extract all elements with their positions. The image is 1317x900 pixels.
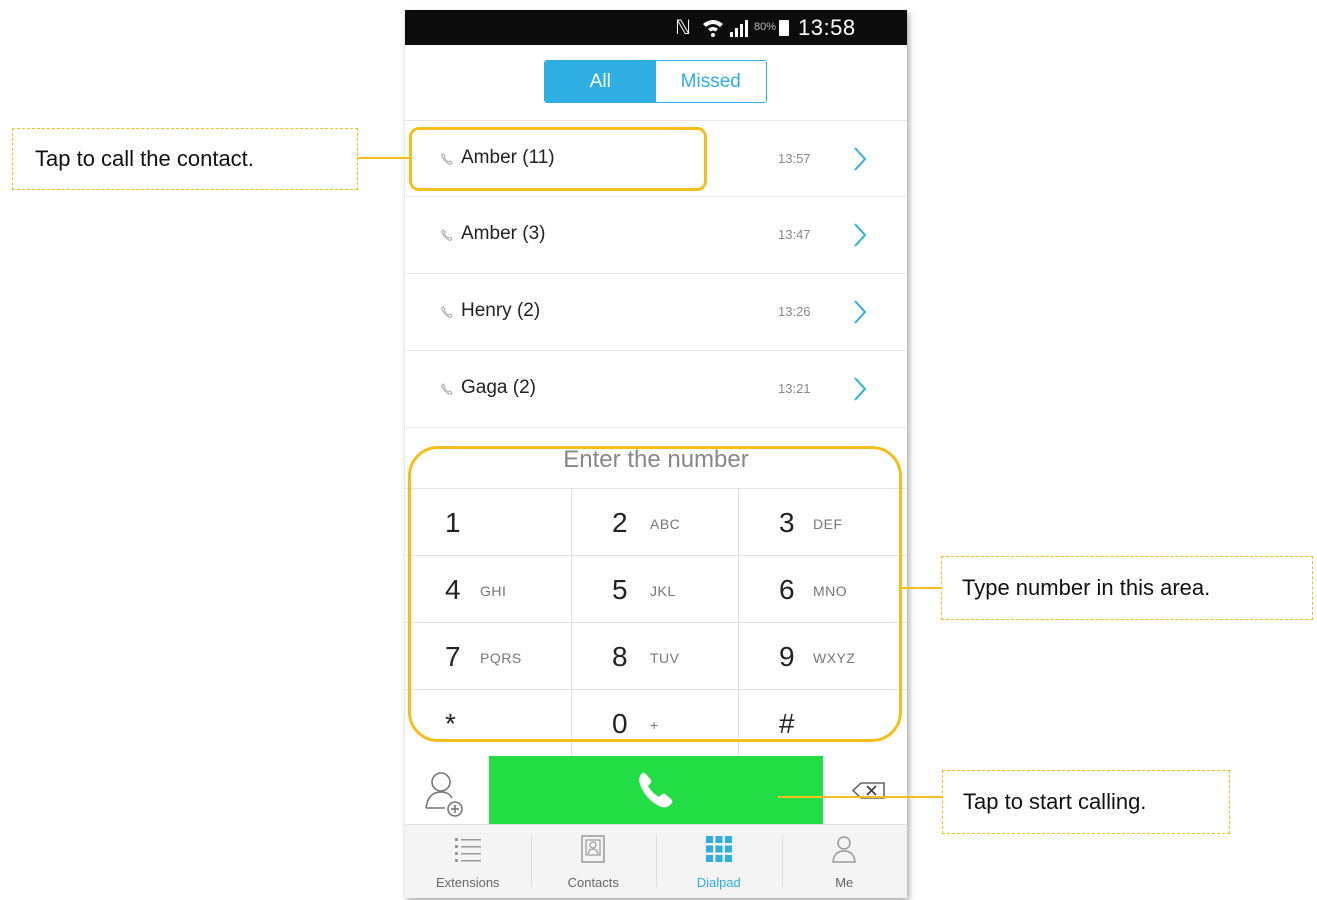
tab-missed[interactable]: Missed [655,61,766,102]
nav-label: Me [835,875,854,890]
dial-key-3[interactable]: 3 DEF [739,488,907,555]
key-digit: 5 [612,574,628,605]
key-digit: 6 [779,574,795,605]
call-time: 13:21 [778,381,811,396]
key-letters: PQRS [480,650,522,666]
person-icon [832,836,857,863]
key-letters: GHI [480,583,507,599]
dial-key-0[interactable]: 0 + [572,689,739,756]
wifi-icon [703,20,723,37]
key-digit: 4 [445,574,461,605]
battery-percent: 80% [754,21,777,33]
call-log-row[interactable]: Amber (3) 13:47 [405,197,907,274]
key-digit: 8 [612,641,628,672]
outgoing-call-icon [440,306,453,319]
chevron-right-icon[interactable] [853,376,867,402]
callout-start-calling: Tap to start calling. [942,770,1230,834]
phone-screen: ℕ 80% 13:58 All Missed Amber (11) 13:57 [405,10,907,898]
dial-key-6[interactable]: 6 MNO [739,555,907,622]
chevron-right-icon[interactable] [853,299,867,325]
chevron-right-icon[interactable] [853,146,867,172]
key-letters: WXYZ [813,650,856,666]
key-digit: 1 [445,507,461,538]
dial-key-8[interactable]: 8 TUV [572,622,739,689]
call-contact-name: Henry (2) [461,300,541,321]
nfc-icon: ℕ [675,15,692,39]
call-contact-name: Amber (3) [461,223,546,244]
dial-key-5[interactable]: 5 JKL [572,555,739,622]
call-time: 13:47 [778,227,811,242]
outgoing-call-icon [440,229,453,242]
call-time: 13:57 [778,151,811,166]
contact-book-icon [581,835,605,863]
nav-me[interactable]: Me [781,825,908,898]
dial-key-9[interactable]: 9 WXYZ [739,622,907,689]
nav-label: Extensions [435,875,500,890]
key-letters: + [650,717,659,733]
nav-contacts[interactable]: Contacts [530,825,657,898]
dial-key-star[interactable]: * [405,689,572,756]
callout-tap-contact: Tap to call the contact. [12,128,358,190]
call-contact-name: Gaga (2) [461,377,536,398]
key-letters: MNO [813,583,848,599]
call-log-row[interactable]: Henry (2) 13:26 [405,274,907,351]
key-letters: DEF [813,516,843,532]
key-digit: 9 [779,641,795,672]
list-icon [454,838,481,862]
key-letters: TUV [650,650,680,666]
recent-calls-list: Amber (11) 13:57 Amber (3) 13:47 Henry (… [405,120,907,428]
callout-connector [778,796,942,798]
key-digit: 0 [612,708,628,739]
signal-icon [730,20,748,37]
call-button[interactable] [489,756,823,824]
nav-label: Contacts [567,875,619,890]
status-bar: ℕ 80% 13:58 [405,10,907,45]
key-letters: JKL [650,583,676,599]
callout-connector [901,587,941,589]
add-contact-button[interactable] [405,756,489,824]
add-person-icon [425,772,463,817]
key-digit: * [445,708,456,739]
key-digit: 7 [445,641,461,672]
call-log-row[interactable]: Amber (11) 13:57 [405,120,907,197]
nav-label: Dialpad [696,875,741,890]
callout-type-number: Type number in this area. [941,556,1313,620]
call-time: 13:26 [778,304,811,319]
dial-action-row [405,756,907,824]
outgoing-call-icon [440,153,453,166]
nav-extensions[interactable]: Extensions [405,825,531,898]
outgoing-call-icon [440,383,453,396]
backspace-button[interactable] [823,756,907,824]
callout-connector [358,157,410,159]
battery-icon [779,20,789,36]
dialpad-keypad: 1 2 ABC 3 DEF 4 GHI 5 JKL 6 MNO 7 PQRS 8 [405,488,907,756]
bottom-nav: Extensions Contacts Dialpad Me [405,824,907,898]
dial-key-2[interactable]: 2 ABC [572,488,739,555]
number-input[interactable]: Enter the number [405,440,907,488]
call-contact-name: Amber (11) [461,147,555,168]
dial-key-1[interactable]: 1 [405,488,572,555]
nav-dialpad[interactable]: Dialpad [656,825,782,898]
key-digit: 2 [612,507,628,538]
dialpad-icon [705,836,732,862]
dial-key-7[interactable]: 7 PQRS [405,622,572,689]
dial-key-hash[interactable]: # [739,689,907,756]
key-letters: ABC [650,516,681,532]
tab-all[interactable]: All [545,61,656,102]
backspace-icon [851,782,885,799]
phone-icon [639,772,673,808]
key-digit: # [779,708,795,739]
clock: 13:58 [798,15,856,40]
call-log-row[interactable]: Gaga (2) 13:21 [405,351,907,428]
chevron-right-icon[interactable] [853,222,867,248]
dial-key-4[interactable]: 4 GHI [405,555,572,622]
key-digit: 3 [779,507,795,538]
call-filter-segment: All Missed [544,60,767,103]
